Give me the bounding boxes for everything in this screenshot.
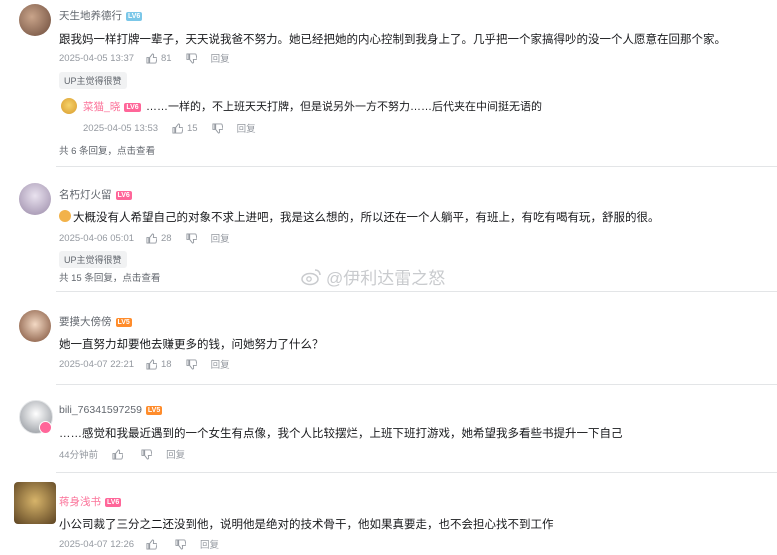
divider — [56, 384, 777, 385]
reply-button[interactable]: 回复 — [200, 537, 219, 551]
thumb-up-icon[interactable] — [146, 232, 158, 244]
thumb-up-icon[interactable] — [146, 358, 158, 370]
comment-username[interactable]: 要摸大傍傍 LV5 — [59, 314, 132, 329]
up-liked-badge: UP主觉得很赞 — [59, 251, 127, 268]
comment-username[interactable]: 天生地养德行 LV6 — [59, 8, 143, 23]
level-badge: LV5 — [145, 406, 163, 415]
view-more-replies[interactable]: 共 6 条回复，点击查看 — [59, 143, 155, 157]
avatar[interactable] — [19, 4, 51, 36]
like-count: 81 — [161, 52, 172, 64]
emoji-icon — [59, 210, 71, 222]
comment-time: 2025-04-06 05:01 — [59, 232, 135, 244]
thumb-up-icon[interactable] — [112, 448, 124, 460]
comment-meta: 2025-04-07 12:26 回复 — [59, 537, 219, 552]
comment-time: 44分钟前 — [59, 450, 99, 461]
comment-meta: 2025-04-05 13:37 81 回复 — [59, 51, 230, 66]
reply-button[interactable]: 回复 — [211, 231, 230, 245]
comment-text: ……感觉和我最近遇到的一个女生有点像，我个人比较摆烂，上班下班打游戏，她希望我多… — [59, 428, 623, 440]
divider — [56, 166, 777, 167]
comment-meta: 2025-04-06 05:01 28 回复 — [59, 231, 230, 246]
level-badge: LV6 — [115, 191, 132, 200]
thumb-down-icon[interactable] — [186, 52, 197, 64]
level-badge: LV6 — [105, 498, 122, 507]
watermark: @伊利达雷之怒 — [300, 264, 445, 289]
reply-button[interactable]: 回复 — [237, 121, 256, 135]
comment-text: 她一直努力却要他去赚更多的钱，问她努力了什么？ — [59, 339, 324, 351]
comment-time: 2025-04-07 12:26 — [59, 538, 135, 550]
avatar[interactable] — [14, 482, 56, 524]
comment-time: 2025-04-07 22:21 — [59, 358, 135, 370]
comment-meta: 2025-04-07 22:21 18 回复 — [59, 357, 230, 372]
comment-text: 大概没有人希望自己的对象不求上进吧，我是这么想的，所以还在一个人躺平，有班上，有… — [59, 209, 660, 225]
view-more-replies[interactable]: 共 15 条回复，点击查看 — [59, 270, 160, 284]
thumb-up-icon[interactable] — [146, 538, 158, 550]
divider — [56, 291, 777, 292]
avatar[interactable] — [61, 98, 77, 114]
thumb-down-icon[interactable] — [141, 448, 153, 460]
comment-text: 跟我妈一样打牌一辈子，天天说我爸不努力。她已经把她的内心控制到我身上了。几乎把一… — [59, 34, 726, 46]
thumb-down-icon[interactable] — [186, 232, 197, 244]
level-badge: LV5 — [115, 318, 132, 327]
reply-username[interactable]: 菜猫_晓 LV6 — [83, 99, 141, 114]
reply-button[interactable]: 回复 — [211, 357, 230, 371]
comment-meta: 44分钟前 回复 — [59, 447, 185, 461]
comment-username[interactable]: 蒋身浅书 LV6 — [59, 494, 122, 509]
comment-username[interactable]: bili_76341597259 LV5 — [59, 404, 163, 416]
reply-button[interactable]: 回复 — [166, 447, 185, 461]
reply-meta: 2025-04-05 13:53 15 回复 — [83, 121, 256, 136]
level-badge: LV6 — [124, 103, 141, 112]
comment-username[interactable]: 名朽灯火留 LV6 — [59, 187, 132, 202]
comment-time: 2025-04-05 13:37 — [59, 52, 135, 64]
reply-button[interactable]: 回复 — [211, 51, 230, 65]
reply-text: ……一样的，不上班天天打牌，但是说另外一方不努力……后代夹在中间挺无语的 — [146, 101, 542, 113]
like-count: 18 — [161, 358, 172, 370]
like-count: 28 — [161, 232, 172, 244]
divider — [56, 472, 777, 473]
thumb-down-icon[interactable] — [186, 358, 197, 370]
up-liked-badge: UP主觉得很赞 — [59, 72, 127, 89]
level-badge: LV6 — [126, 12, 143, 21]
avatar[interactable] — [19, 310, 51, 342]
thumb-up-icon[interactable] — [146, 52, 158, 64]
like-count: 15 — [187, 122, 198, 134]
thumb-up-icon[interactable] — [172, 122, 184, 134]
avatar-badge-icon — [39, 421, 52, 434]
weibo-icon — [301, 268, 321, 285]
thumb-down-icon[interactable] — [212, 122, 223, 134]
comment-text: 小公司裁了三分之二还没到他，说明他是绝对的技术骨干，他如果真要走，也不会担心找不… — [59, 519, 554, 531]
reply-time: 2025-04-05 13:53 — [83, 122, 159, 134]
avatar[interactable] — [19, 183, 51, 215]
thumb-down-icon[interactable] — [175, 538, 187, 550]
